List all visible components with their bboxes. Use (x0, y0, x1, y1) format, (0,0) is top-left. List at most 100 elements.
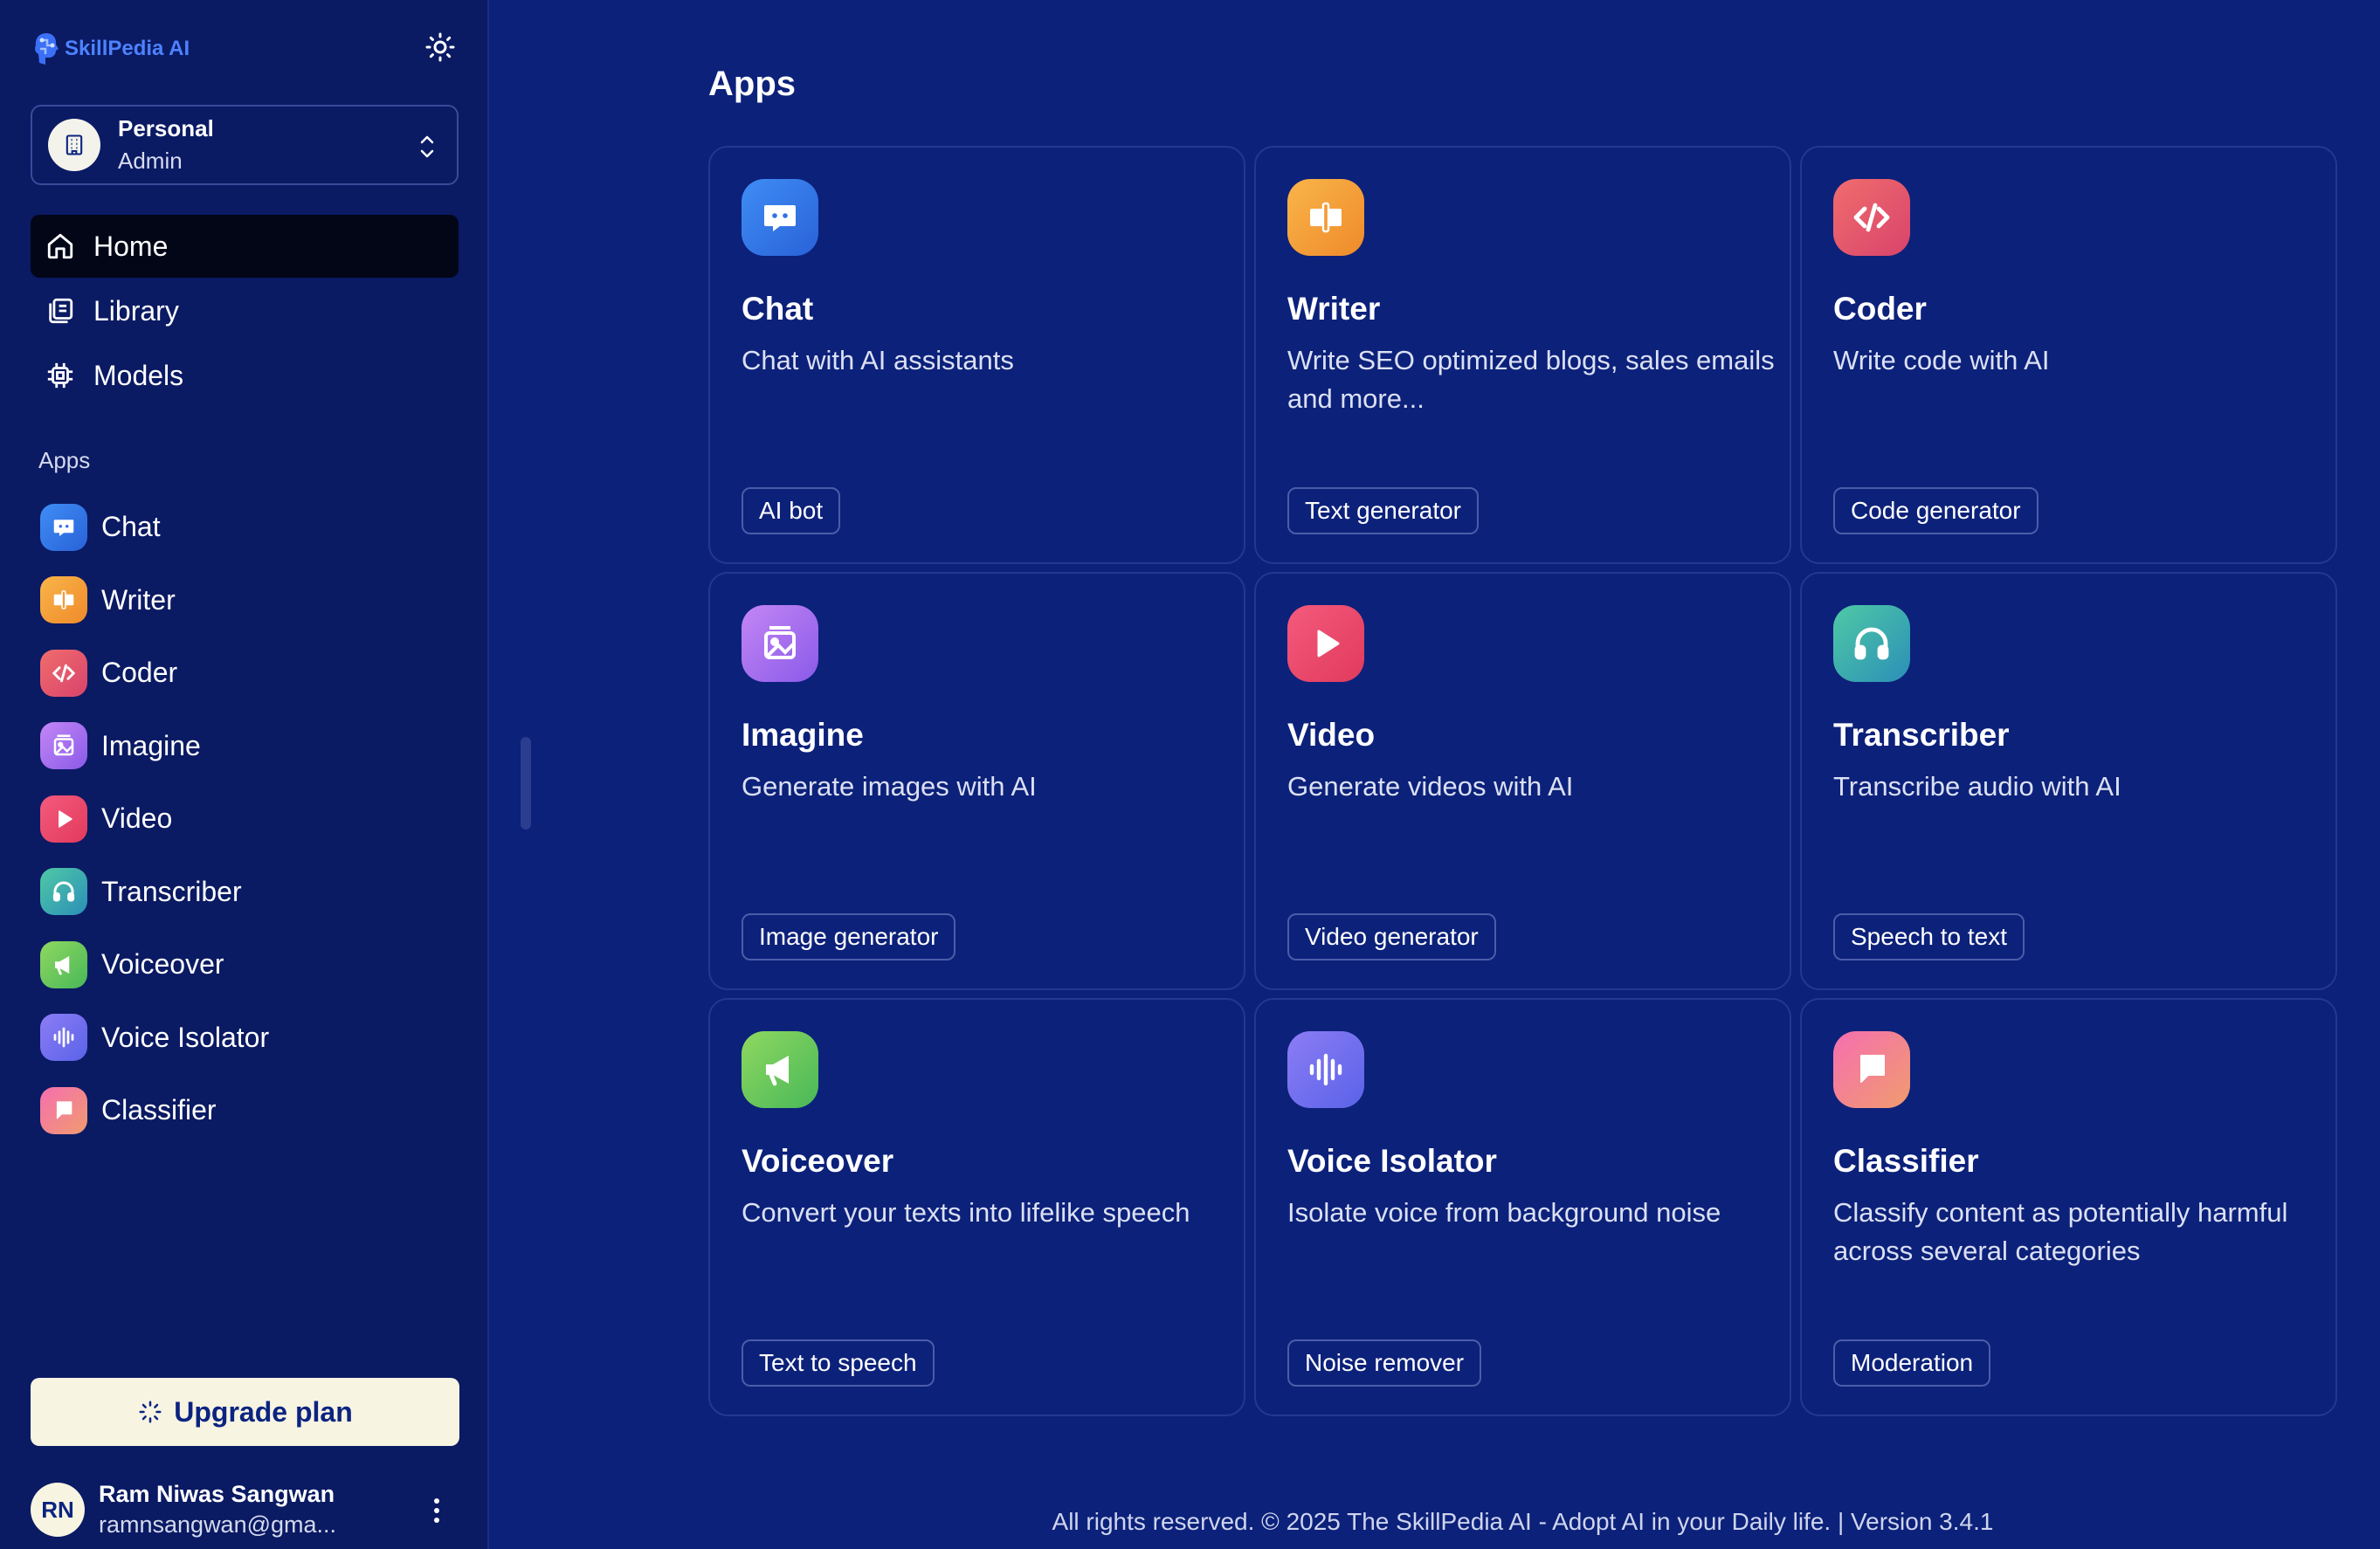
code-icon (40, 649, 87, 697)
app-card-transcriber[interactable]: Transcriber Transcribe audio with AI Spe… (1800, 572, 2337, 990)
workspace-switcher[interactable]: Personal Admin (31, 105, 459, 185)
sidebar-item-voiceover[interactable]: Voiceover (40, 928, 459, 1002)
card-description: Chat with AI assistants (742, 345, 1014, 375)
user-name: Ram Niwas Sangwan (99, 1481, 335, 1507)
card-title: Voiceover (742, 1143, 894, 1179)
card-title: Imagine (742, 717, 864, 753)
card-title: Chat (742, 291, 814, 327)
chat-bubble-icon (40, 503, 87, 551)
card-description: Generate videos with AI (1287, 771, 1574, 802)
app-card-imagine[interactable]: Imagine Generate images with AI Image ge… (708, 572, 1245, 990)
card-tag: Text to speech (742, 1339, 935, 1387)
play-icon (1287, 605, 1364, 682)
sidebar-item-label: Voice Isolator (101, 1021, 270, 1053)
app-card-voice-isolator[interactable]: Voice Isolator Isolate voice from backgr… (1254, 998, 1791, 1416)
sidebar-item-label: Chat (101, 511, 161, 543)
user-profile[interactable]: RN Ram Niwas Sangwan ramnsangwan@gma... (31, 1479, 459, 1540)
brand-logo[interactable]: SkillPedia AI (31, 30, 190, 68)
card-tag: Video generator (1287, 913, 1496, 960)
app-card-voiceover[interactable]: Voiceover Convert your texts into lifeli… (708, 998, 1245, 1416)
card-title: Classifier (1833, 1143, 1979, 1179)
workspace-role: Admin (118, 148, 183, 174)
card-tag: Code generator (1833, 487, 2039, 534)
nav-item-label: Home (93, 230, 169, 262)
card-tag: Speech to text (1833, 913, 2025, 960)
upgrade-plan-label: Upgrade plan (174, 1395, 353, 1428)
sidebar-item-chat[interactable]: Chat (40, 491, 459, 564)
flag-icon (40, 1086, 87, 1134)
home-icon (45, 231, 76, 262)
sidebar-item-label: Transcriber (101, 875, 242, 907)
main-nav: Home Library Models (31, 215, 459, 409)
card-description: Transcribe audio with AI (1833, 771, 2121, 802)
app-card-chat[interactable]: Chat Chat with AI assistants AI bot (708, 146, 1245, 564)
workspace-name: Personal (118, 115, 214, 141)
nav-item-label: Library (93, 294, 179, 327)
card-tag: Moderation (1833, 1339, 1991, 1387)
app-card-video[interactable]: Video Generate videos with AI Video gene… (1254, 572, 1791, 990)
more-options-icon[interactable] (424, 1493, 450, 1528)
brand-name: SkillPedia AI (65, 37, 190, 60)
megaphone-icon (742, 1031, 818, 1108)
card-title: Voice Isolator (1287, 1143, 1497, 1179)
headphones-icon (40, 868, 87, 916)
sidebar-item-writer[interactable]: Writer (40, 564, 459, 637)
card-tag: Text generator (1287, 487, 1479, 534)
footer-text: All rights reserved. © 2025 The SkillPed… (1052, 1508, 1994, 1535)
card-tag: AI bot (742, 487, 841, 534)
nav-item-home[interactable]: Home (31, 215, 459, 278)
presenter-icon (40, 576, 87, 624)
megaphone-icon (40, 940, 87, 988)
sidebar-item-transcriber[interactable]: Transcriber (40, 856, 459, 929)
card-description: Write SEO optimized blogs, sales emails … (1287, 345, 1775, 414)
chevron-up-down-icon (420, 135, 434, 158)
sidebar-item-voice-isolator[interactable]: Voice Isolator (40, 1002, 459, 1075)
sidebar-resize-handle[interactable] (521, 737, 531, 830)
library-icon (45, 295, 76, 327)
sidebar-item-coder[interactable]: Coder (40, 637, 459, 710)
apps-grid: Chat Chat with AI assistants AI bot Writ… (708, 146, 2337, 1416)
upgrade-plan-button[interactable]: Upgrade plan (31, 1378, 459, 1446)
app-card-classifier[interactable]: Classifier Classify content as potential… (1800, 998, 2337, 1416)
card-title: Writer (1287, 291, 1381, 327)
waveform-icon (40, 1014, 87, 1062)
card-tag: Noise remover (1287, 1339, 1482, 1387)
play-icon (40, 795, 87, 843)
sidebar-item-label: Writer (101, 583, 176, 616)
sidebar-item-video[interactable]: Video (40, 782, 459, 856)
chip-icon (45, 360, 76, 391)
card-description: Convert your texts into lifelike speech (742, 1197, 1190, 1228)
page-title: Apps (708, 65, 796, 103)
card-title: Video (1287, 717, 1376, 753)
sun-icon (425, 32, 455, 62)
image-icon (40, 722, 87, 770)
theme-toggle-button[interactable] (423, 30, 458, 65)
chat-bubble-icon (742, 179, 818, 256)
card-title: Coder (1833, 291, 1927, 327)
sidebar-item-label: Classifier (101, 1094, 217, 1126)
waveform-icon (1287, 1031, 1364, 1108)
avatar: RN (31, 1483, 85, 1537)
sidebar-item-label: Voiceover (101, 948, 224, 981)
image-icon (742, 605, 818, 682)
app-card-coder[interactable]: Coder Write code with AI Code generator (1800, 146, 2337, 564)
brain-logo-icon (35, 33, 59, 65)
app-card-writer[interactable]: Writer Write SEO optimized blogs, sales … (1254, 146, 1791, 564)
code-icon (1833, 179, 1910, 256)
headphones-icon (1833, 605, 1910, 682)
nav-item-models[interactable]: Models (31, 344, 459, 407)
card-title: Transcriber (1833, 717, 2010, 753)
sidebar-item-label: Imagine (101, 729, 201, 761)
card-description: Generate images with AI (742, 771, 1037, 802)
sidebar-item-classifier[interactable]: Classifier (40, 1074, 459, 1147)
sidebar: SkillPedia AI Personal Admin Home Librar… (0, 0, 489, 1549)
card-description: Write code with AI (1833, 345, 2050, 375)
sidebar-item-label: Video (101, 802, 173, 835)
apps-section-heading: Apps (38, 447, 91, 473)
nav-item-library[interactable]: Library (31, 279, 459, 342)
sidebar-item-imagine[interactable]: Imagine (40, 710, 459, 783)
user-email: ramnsangwan@gma... (99, 1511, 337, 1538)
card-description: Isolate voice from background noise (1287, 1197, 1721, 1228)
presenter-icon (1287, 179, 1364, 256)
nav-item-label: Models (93, 359, 184, 391)
